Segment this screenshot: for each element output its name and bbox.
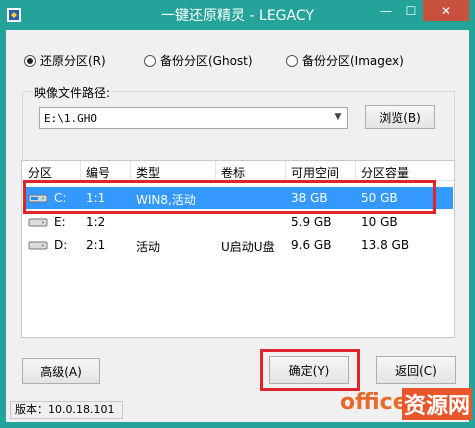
image-path-select[interactable]: E:\1.GHO ▼ [39,107,348,129]
radio-unselected-icon[interactable] [144,54,156,67]
radio-selected-icon[interactable] [24,54,36,67]
col-header-size[interactable]: 分区容量 [361,164,409,181]
mode-backup-imagex-radio[interactable]: 备份分区(Imagex) [286,52,404,69]
mode-restore-label: 还原分区(R) [40,54,106,68]
image-path-group-label: 映像文件路径: [32,84,113,101]
back-button[interactable]: 返回(C) [376,356,456,384]
col-divider[interactable] [285,161,286,181]
watermark: office 资源网 [330,384,475,428]
cell-label: U启动U盘 [221,240,275,254]
annotation-highlight-box [23,180,436,214]
cell-drive: D: [54,238,68,252]
cell-free: 5.9 GB [291,215,332,229]
cell-number: 1:2 [86,215,106,229]
table-row[interactable]: E: 1:2 5.9 GB 10 GB [23,211,453,233]
watermark-brand: office [340,390,408,415]
table-row[interactable]: D: 2:1 活动 U启动U盘 9.6 GB 13.8 GB [23,234,453,256]
col-header-type[interactable]: 类型 [136,164,160,181]
image-path-value: E:\1.GHO [44,112,97,125]
cell-free: 9.6 GB [291,238,332,252]
mode-backup-ghost-label: 备份分区(Ghost) [160,54,253,68]
version-label: 版本：10.0.18.101 [10,401,123,419]
browse-button[interactable]: 浏览(B) [365,105,435,129]
drive-icon [28,218,48,227]
col-divider[interactable] [215,161,216,181]
minimize-button[interactable]: — [373,0,399,21]
chevron-down-icon[interactable]: ▼ [332,112,344,124]
close-button[interactable]: ✕ [423,0,469,21]
cell-size: 13.8 GB [361,238,410,252]
mode-backup-ghost-radio[interactable]: 备份分区(Ghost) [144,52,253,69]
app-window: 一键还原精灵 - LEGACY — ☐ ✕ 还原分区(R) 备份分区(Ghost… [0,0,475,428]
cell-type: 活动 [136,240,161,254]
dialog-client-area: 还原分区(R) 备份分区(Ghost) 备份分区(Imagex) 映像文件路径:… [6,30,469,422]
table-header: 分区 编号 类型 卷标 可用空间 分区容量 [22,161,454,181]
col-header-label[interactable]: 卷标 [221,164,245,181]
cell-drive: E: [54,215,66,229]
maximize-button[interactable]: ☐ [399,0,423,21]
col-divider[interactable] [130,161,131,181]
col-divider[interactable] [355,161,356,181]
watermark-site: 资源网 [402,388,473,420]
drive-icon [28,241,48,250]
col-header-partition[interactable]: 分区 [28,164,52,181]
radio-unselected-icon[interactable] [286,54,298,67]
mode-restore-radio[interactable]: 还原分区(R) [24,52,106,69]
mode-backup-imagex-label: 备份分区(Imagex) [302,54,404,68]
cell-size: 10 GB [361,215,398,229]
col-header-number[interactable]: 编号 [86,164,110,181]
col-header-free[interactable]: 可用空间 [291,164,339,181]
advanced-button[interactable]: 高级(A) [22,358,100,384]
cell-number: 2:1 [86,238,106,252]
col-divider[interactable] [80,161,81,181]
title-bar[interactable]: 一键还原精灵 - LEGACY — ☐ ✕ [0,0,475,30]
